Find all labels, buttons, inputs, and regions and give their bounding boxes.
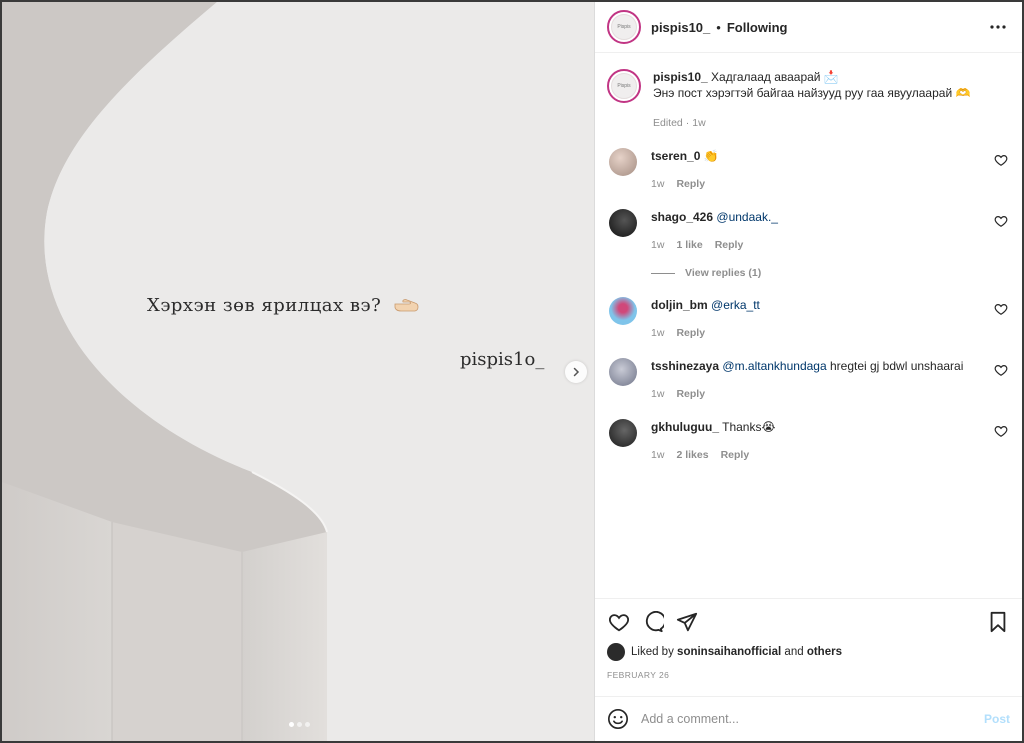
- view-replies-button[interactable]: View replies (1): [651, 267, 1010, 279]
- like-comment-icon[interactable]: [994, 153, 1008, 167]
- liked-by-others[interactable]: others: [807, 646, 842, 658]
- reply-button[interactable]: Reply: [676, 388, 705, 400]
- comment-username[interactable]: doljin_bm: [651, 298, 708, 312]
- heart-icon: [608, 614, 630, 632]
- post-media: Хэрхэн зөв ярилцах вэ? pispis1o_: [2, 2, 595, 741]
- comment-avatar[interactable]: [609, 209, 637, 237]
- save-button[interactable]: [986, 610, 1010, 634]
- slide-indicator: [289, 722, 310, 727]
- liker-avatar[interactable]: [607, 643, 625, 661]
- comment-likes[interactable]: 1 like: [676, 239, 702, 251]
- caption-line2: Энэ пост хэрэгтэй байгаа найзууд руу гаа…: [653, 86, 971, 100]
- header-separator: •: [716, 19, 721, 35]
- comment-username[interactable]: gkhuluguu_: [651, 420, 719, 434]
- comment-username[interactable]: shago_426: [651, 210, 713, 224]
- avatar-text: Pispis: [617, 83, 631, 89]
- reply-button[interactable]: Reply: [676, 327, 705, 339]
- comment-avatar[interactable]: [609, 419, 637, 447]
- likes-summary: Liked by soninsaihanofficial and others: [607, 643, 1010, 661]
- add-comment-bar: Post: [595, 696, 1022, 741]
- post-header: Pispis pispis10_ • Following: [595, 2, 1022, 53]
- comment-item: gkhuluguu_ Thanks😭 1w 2 likes Reply: [607, 419, 1010, 463]
- send-icon: [676, 612, 698, 632]
- reply-button[interactable]: Reply: [721, 449, 750, 461]
- more-icon: [990, 25, 1006, 29]
- post-caption: Pispis pispis10_ Хадгалаад аваарай 📩 Энэ…: [607, 69, 1010, 131]
- post-date[interactable]: FEBRUARY 26: [607, 670, 1010, 680]
- comment-mention[interactable]: @erka_tt: [711, 298, 760, 312]
- liked-by-user[interactable]: soninsaihanofficial: [677, 646, 781, 658]
- liked-by-and: and: [784, 646, 804, 658]
- comment-avatar[interactable]: [609, 148, 637, 176]
- like-comment-icon[interactable]: [994, 214, 1008, 228]
- post-overlay-text: Хэрхэн зөв ярилцах вэ?: [147, 295, 421, 316]
- comment-item: tseren_0 👏 1w Reply: [607, 148, 1010, 192]
- comment-time: 1w: [651, 388, 665, 400]
- post-dialog: Хэрхэн зөв ярилцах вэ? pispis1o_ Pispis …: [0, 0, 1024, 743]
- post-image: [2, 2, 594, 741]
- comment-time: 1w: [651, 178, 665, 190]
- slide-dot: [305, 722, 310, 727]
- comment-mention[interactable]: @m.altankhundaga: [722, 359, 826, 373]
- caption-username[interactable]: pispis10_: [653, 70, 708, 84]
- post-actions: Liked by soninsaihanofficial and others …: [595, 598, 1022, 680]
- chevron-right-icon: [573, 367, 580, 377]
- comment-button[interactable]: [641, 610, 665, 634]
- overlay-caption: Хэрхэн зөв ярилцах вэ?: [147, 295, 382, 316]
- comment-text: Thanks😭: [722, 420, 776, 434]
- emoji-icon[interactable]: [607, 708, 629, 730]
- bookmark-icon: [990, 611, 1006, 633]
- following-button[interactable]: Following: [727, 20, 788, 35]
- comment-time: 1w: [651, 327, 665, 339]
- next-slide-button[interactable]: [565, 361, 587, 383]
- like-button[interactable]: [607, 610, 631, 634]
- caption-line1: Хадгалаад аваарай 📩: [711, 70, 839, 84]
- comment-text: 👏: [703, 149, 719, 163]
- edited-label: Edited: [653, 117, 683, 129]
- comment-item: tsshinezaya @m.altankhundaga hregtei gj …: [607, 358, 1010, 402]
- comment-icon: [645, 611, 664, 633]
- post-panel: Pispis pispis10_ • Following Pispis pisp…: [595, 2, 1022, 741]
- slide-dot: [297, 722, 302, 727]
- like-comment-icon[interactable]: [994, 363, 1008, 377]
- comment-avatar[interactable]: [609, 358, 637, 386]
- avatar-text: Pispis: [617, 24, 631, 30]
- comment-text: hregtei gj bdwl unshaarai: [826, 359, 964, 373]
- comment-username[interactable]: tseren_0: [651, 149, 700, 163]
- replies-divider: [651, 272, 675, 274]
- slide-dot: [289, 722, 294, 727]
- comment-mention[interactable]: @undaak._: [716, 210, 778, 224]
- more-options-button[interactable]: [986, 15, 1010, 39]
- meta-dot: ·: [685, 117, 690, 129]
- pointing-hand-icon: [395, 299, 419, 312]
- post-comment-button[interactable]: Post: [984, 712, 1010, 726]
- comments-list[interactable]: Pispis pispis10_ Хадгалаад аваарай 📩 Энэ…: [595, 53, 1022, 597]
- comment-username[interactable]: tsshinezaya: [651, 359, 719, 373]
- view-replies-label: View replies (1): [685, 267, 762, 279]
- comment-item: shago_426 @undaak._ 1w 1 like Reply: [607, 209, 1010, 253]
- reply-button[interactable]: Reply: [715, 239, 744, 251]
- comment-item: doljin_bm @erka_tt 1w Reply: [607, 297, 1010, 341]
- like-comment-icon[interactable]: [994, 302, 1008, 316]
- comment-time: 1w: [651, 449, 665, 461]
- post-watermark: pispis1o_: [460, 349, 545, 370]
- comment-input[interactable]: [641, 712, 984, 726]
- share-button[interactable]: [675, 610, 699, 634]
- header-username[interactable]: pispis10_: [651, 20, 710, 35]
- reply-button[interactable]: Reply: [676, 178, 705, 190]
- comment-avatar[interactable]: [609, 297, 637, 325]
- liked-by-prefix: Liked by: [631, 646, 674, 658]
- like-comment-icon[interactable]: [994, 424, 1008, 438]
- comment-likes[interactable]: 2 likes: [676, 449, 708, 461]
- avatar[interactable]: Pispis: [607, 69, 641, 103]
- avatar[interactable]: Pispis: [607, 10, 641, 44]
- caption-time: 1w: [692, 117, 706, 129]
- comment-time: 1w: [651, 239, 665, 251]
